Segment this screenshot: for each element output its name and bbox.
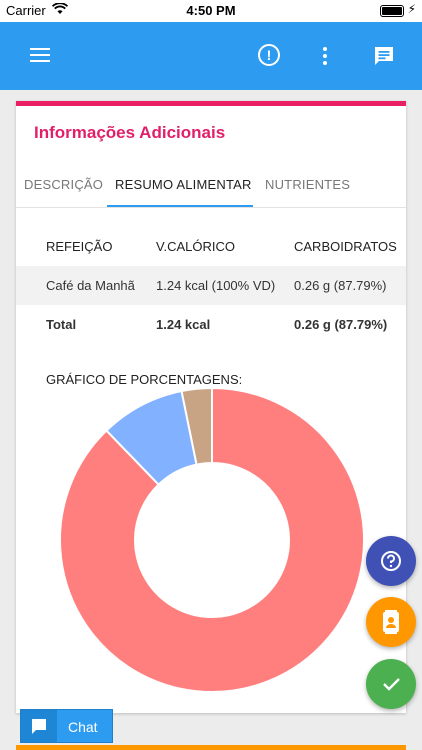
tab-bar: DESCRIÇÃO RESUMO ALIMENTAR NUTRIENTES (16, 165, 406, 208)
tab-nutrientes[interactable]: NUTRIENTES (265, 177, 350, 192)
status-bar: Carrier 4:50 PM ⚡ (0, 0, 422, 22)
table-cell: 0.26 g (87.79%) (294, 317, 388, 332)
contact-button[interactable] (366, 597, 416, 647)
chat-button-label: Chat (68, 719, 98, 735)
summary-table: REFEIÇÃO V.CALÓRICO CARBOIDRATOS Café da… (16, 227, 406, 344)
column-header: V.CALÓRICO (156, 239, 235, 254)
table-cell: 0.26 g (87.79%) (294, 278, 387, 293)
help-button[interactable] (366, 536, 416, 586)
charging-icon: ⚡ (407, 2, 416, 16)
confirm-button[interactable] (366, 659, 416, 709)
chart-title: GRÁFICO DE PORCENTAGENS: (46, 372, 243, 387)
help-icon (381, 551, 401, 571)
menu-icon[interactable] (30, 44, 56, 70)
more-vert-icon[interactable] (322, 44, 348, 70)
chat-icon[interactable] (372, 44, 398, 70)
chat-button[interactable]: Chat (20, 709, 113, 743)
app-bar: ! (0, 22, 422, 90)
card-accent-line (16, 101, 406, 106)
card-title: Informações Adicionais (34, 123, 226, 142)
percentage-donut-chart (60, 388, 364, 692)
check-icon (383, 678, 400, 691)
table-cell: 1.24 kcal (100% VD) (156, 278, 276, 293)
column-header: CARBOIDRATOS (294, 239, 397, 254)
tab-descricao[interactable]: DESCRIÇÃO (24, 177, 103, 192)
contact-icon (383, 610, 399, 634)
table-row: Café da Manhã 1.24 kcal (100% VD) 0.26 g… (16, 266, 406, 305)
table-cell: Total (46, 317, 77, 332)
column-header: REFEIÇÃO (46, 239, 113, 254)
battery-icon (380, 5, 404, 17)
table-cell: Café da Manhã (46, 278, 135, 293)
info-card: Informações Adicionais DESCRIÇÃO RESUMO … (16, 101, 406, 713)
next-card-edge (16, 745, 406, 750)
clock: 4:50 PM (186, 3, 236, 18)
alert-icon[interactable]: ! (258, 44, 284, 70)
chat-bubble-icon (21, 710, 57, 742)
table-total-row: Total 1.24 kcal 0.26 g (87.79%) (16, 305, 406, 344)
table-cell: 1.24 kcal (156, 317, 211, 332)
tab-resumo-alimentar[interactable]: RESUMO ALIMENTAR (115, 177, 252, 192)
active-tab-indicator (107, 205, 253, 207)
table-header-row: REFEIÇÃO V.CALÓRICO CARBOIDRATOS (16, 227, 406, 266)
